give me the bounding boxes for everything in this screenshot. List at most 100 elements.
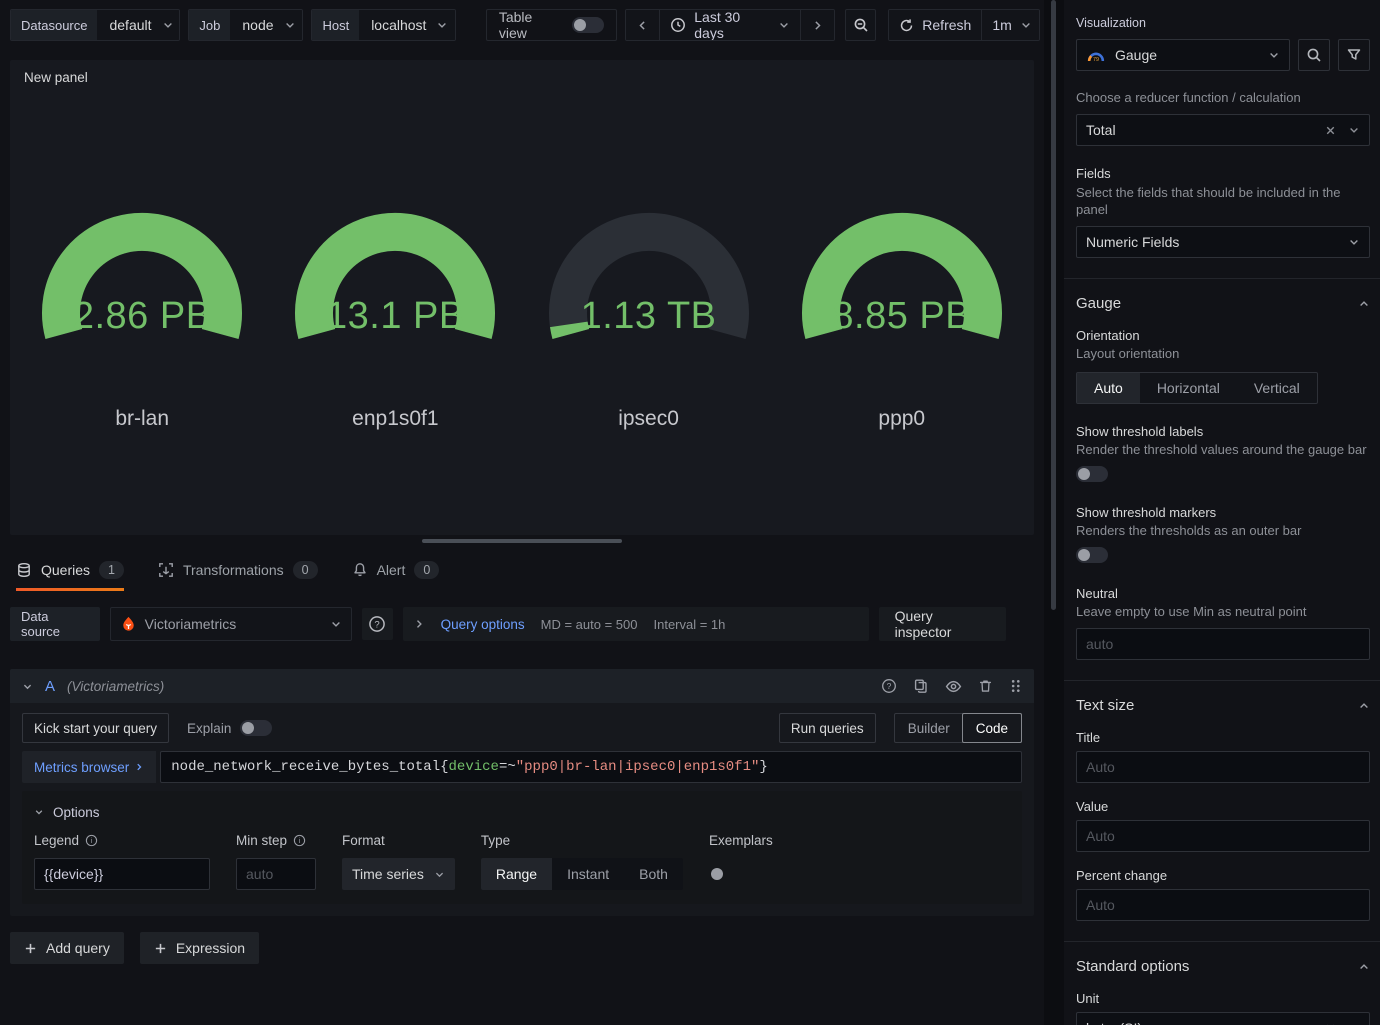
- host-select[interactable]: localhost: [359, 10, 455, 40]
- gauge-label: br-lan: [115, 407, 170, 430]
- min-step-input[interactable]: [236, 858, 316, 890]
- options-header[interactable]: Options: [34, 799, 1010, 825]
- format-select[interactable]: Time series: [342, 858, 455, 890]
- threshold-labels-description: Render the threshold values around the g…: [1076, 441, 1367, 457]
- trash-icon[interactable]: [978, 678, 993, 694]
- query-row-header[interactable]: A (Victoriametrics) ?: [10, 669, 1034, 703]
- orientation-option-vertical[interactable]: Vertical: [1237, 373, 1317, 403]
- standard-options-section-header[interactable]: Standard options: [1076, 958, 1370, 975]
- tab-queries[interactable]: Queries 1: [16, 549, 124, 591]
- value-size-input[interactable]: [1076, 820, 1370, 853]
- value-size-label: Value: [1076, 799, 1109, 815]
- tab-alert[interactable]: Alert 0: [352, 549, 440, 591]
- zoom-out-icon: [853, 17, 869, 33]
- datasource-value: default: [109, 17, 152, 33]
- metrics-browser-button[interactable]: Metrics browser: [22, 751, 157, 783]
- legend-input-wrap: [34, 858, 210, 890]
- orientation-radio-group: Auto Horizontal Vertical: [1076, 371, 1318, 404]
- help-icon: ?: [368, 615, 386, 633]
- chevron-down-icon: [436, 19, 448, 31]
- orientation-option-auto[interactable]: Auto: [1077, 372, 1140, 403]
- panel-title: New panel: [24, 70, 88, 85]
- unit-select[interactable]: bytes(SI): [1076, 1012, 1370, 1025]
- refresh-interval-select[interactable]: 1m: [982, 10, 1040, 40]
- threshold-labels-toggle[interactable]: [1076, 465, 1108, 482]
- visualization-row: 79 Gauge: [1076, 39, 1370, 71]
- duplicate-icon[interactable]: [913, 678, 929, 694]
- search-options-button[interactable]: [1298, 39, 1330, 71]
- metrics-browser-label: Metrics browser: [34, 759, 130, 775]
- reducer-description: Choose a reducer function / calculation: [1076, 90, 1301, 105]
- type-label: Type: [480, 832, 511, 848]
- legend-input[interactable]: [34, 858, 210, 890]
- tab-transformations[interactable]: Transformations 0: [158, 549, 318, 591]
- orientation-option-horizontal[interactable]: Horizontal: [1140, 373, 1237, 403]
- editor-mode-toggle: Builder Code: [893, 713, 1022, 743]
- expression-button[interactable]: Expression: [139, 932, 260, 964]
- host-label: Host: [312, 10, 360, 40]
- chevron-down-icon[interactable]: [1348, 124, 1360, 136]
- builder-mode-option[interactable]: Builder: [895, 714, 963, 742]
- scrollbar-thumb[interactable]: [1051, 0, 1056, 610]
- zoom-out-button[interactable]: [844, 9, 877, 41]
- help-icon[interactable]: ?: [881, 678, 897, 694]
- add-query-button[interactable]: Add query: [10, 932, 124, 964]
- collapse-chevron-icon[interactable]: [22, 681, 33, 692]
- time-back-button[interactable]: [626, 10, 661, 40]
- explain-toggle[interactable]: [240, 720, 273, 736]
- section-divider: [1064, 278, 1380, 280]
- refresh-label: Refresh: [922, 17, 972, 33]
- promql-expression-input[interactable]: node_network_receive_bytes_total{device =…: [160, 751, 1022, 783]
- fields-select[interactable]: Numeric Fields: [1076, 226, 1370, 259]
- svg-text:?: ?: [887, 681, 892, 691]
- chevron-right-icon: [413, 618, 425, 630]
- type-field: Type Range Instant Both: [480, 831, 683, 890]
- filter-options-button[interactable]: [1338, 39, 1370, 71]
- neutral-input[interactable]: [1076, 628, 1370, 661]
- chevron-down-icon: [330, 618, 342, 630]
- eye-icon[interactable]: [945, 678, 962, 695]
- refresh-button[interactable]: Refresh: [889, 10, 983, 40]
- table-view-toggle[interactable]: [572, 17, 605, 33]
- options-fields: Legend i Min step i: [34, 831, 1010, 890]
- query-inspector-button[interactable]: Query inspector: [878, 607, 1006, 641]
- expr-operator: =~: [498, 759, 516, 775]
- reducer-select[interactable]: Total: [1076, 114, 1370, 147]
- query-options-link[interactable]: Query options: [441, 617, 525, 632]
- drag-handle-icon[interactable]: [1009, 678, 1022, 694]
- gauge-section-header[interactable]: Gauge: [1076, 295, 1370, 312]
- options-pane-divider: [1044, 0, 1064, 1025]
- job-select[interactable]: node: [230, 10, 303, 40]
- clear-icon[interactable]: [1324, 1022, 1337, 1025]
- run-queries-button[interactable]: Run queries: [778, 713, 876, 743]
- min-step-label-row: Min step i: [236, 831, 316, 849]
- text-size-section-header[interactable]: Text size: [1076, 697, 1370, 714]
- datasource-select[interactable]: default: [97, 10, 180, 40]
- legend-label: Legend: [34, 832, 80, 848]
- fields-label: Fields: [1076, 166, 1111, 182]
- time-forward-button[interactable]: [800, 10, 834, 40]
- refresh-control: Refresh 1m: [888, 9, 1040, 41]
- visualization-select[interactable]: 79 Gauge: [1076, 39, 1290, 71]
- query-actions: Add query Expression: [10, 932, 1034, 964]
- type-option-range[interactable]: Range: [480, 858, 553, 890]
- percent-change-size-input[interactable]: [1076, 889, 1370, 922]
- threshold-markers-label: Show threshold markers: [1076, 504, 1217, 520]
- datasource-row: Data source Victoriametrics ? Query opti…: [10, 607, 1034, 641]
- kick-start-button[interactable]: Kick start your query: [22, 713, 170, 743]
- data-source-select[interactable]: Victoriametrics: [109, 607, 352, 641]
- clear-icon[interactable]: [1324, 124, 1337, 137]
- code-mode-option[interactable]: Code: [961, 713, 1022, 743]
- type-option-instant[interactable]: Instant: [552, 858, 624, 890]
- explain-label: Explain: [187, 720, 232, 736]
- threshold-markers-toggle[interactable]: [1076, 546, 1108, 563]
- type-option-both[interactable]: Both: [624, 858, 683, 890]
- time-range-picker[interactable]: Last 30 days: [660, 10, 801, 40]
- gauge-value: 8.85 PB: [832, 295, 972, 337]
- title-size-input[interactable]: [1076, 751, 1370, 784]
- query-toolbar: Kick start your query Explain Run querie…: [22, 711, 1022, 745]
- panel-resize-handle[interactable]: [422, 539, 622, 543]
- expr-brace: }: [759, 759, 768, 775]
- datasource-help-button[interactable]: ?: [361, 608, 393, 640]
- database-icon: [16, 562, 32, 578]
